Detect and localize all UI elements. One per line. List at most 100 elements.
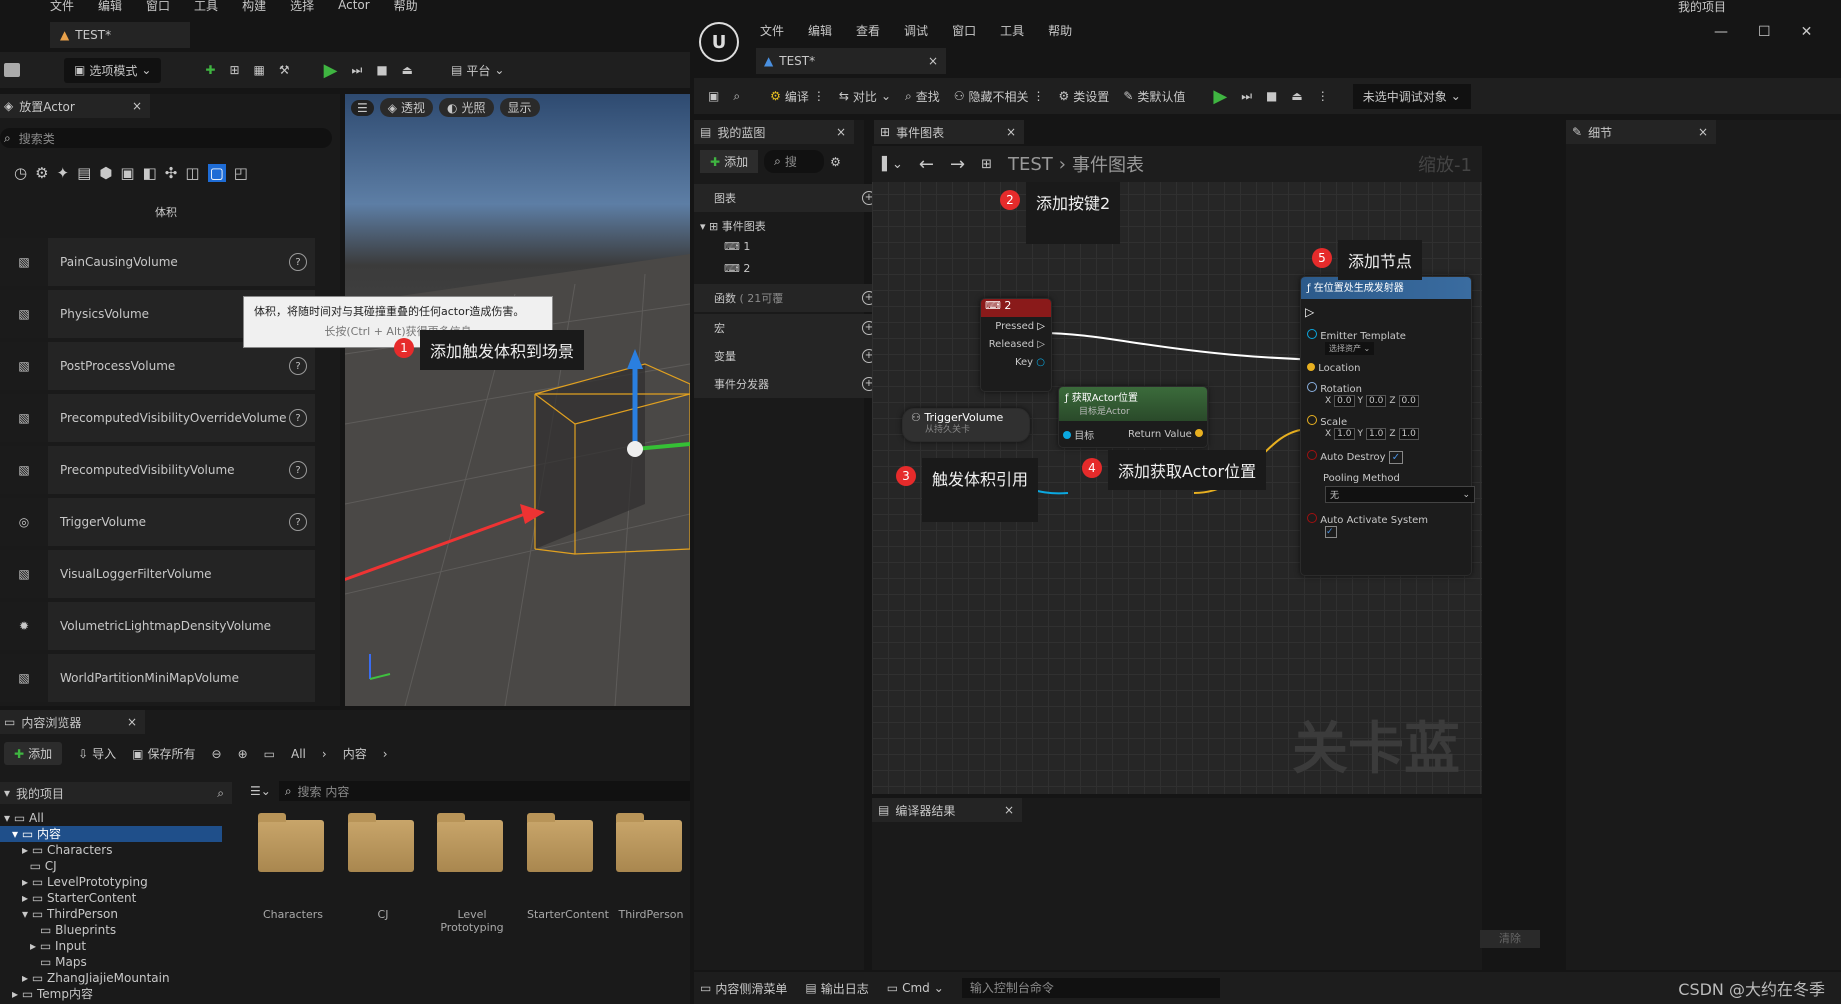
key-pin[interactable]: Key ○ [981,357,1051,368]
breadcrumb-content[interactable]: 内容 [343,745,367,762]
folder-item[interactable]: Level Prototyping [437,813,507,934]
save-icon[interactable] [4,63,20,77]
search-icon[interactable]: ⌕ [217,786,224,801]
geometry-icon[interactable]: ▣ [120,164,134,182]
tree-item[interactable]: ▸ ▭ Input [0,938,222,954]
folder-item[interactable]: StarterContent [527,813,609,921]
light-icon[interactable]: ✦ [57,164,70,182]
target-pin[interactable]: 目标 [1063,427,1094,442]
list-item[interactable]: ▧ PrecomputedVisibilityVolume? [0,446,315,494]
rotation-x-field[interactable]: 0.0 [1334,395,1355,407]
filter-icon[interactable]: ☰⌄ [250,784,271,798]
list-item[interactable]: ▧ WorldPartitionMiniMapVolume [0,654,315,702]
spawn-emitter-node[interactable]: ƒ 在位置处生成发射器 ▷ Emitter Template 选择资产 ⌄ Lo… [1300,276,1475,576]
tree-item[interactable]: ▸ ▭ ZhangJiajieMountain [0,970,222,986]
list-item[interactable]: ▧ PrecomputedVisibilityOverrideVolume? [0,394,315,442]
volume-icon[interactable]: ◧ [143,164,157,182]
menu-actor[interactable]: Actor [338,0,370,12]
close-icon[interactable]: × [1698,125,1708,139]
step-icon[interactable]: ⏭ [352,63,363,78]
menu-tools[interactable]: 工具 [194,0,218,14]
find-button[interactable]: ⌕ 查找 [905,88,940,105]
cinematic-icon[interactable]: ▤ [77,164,91,182]
graph-canvas[interactable]: ▌⌄ ← → ⊞ TEST › 事件图表 缩放-1 关卡蓝图 ⌨ 2 Press… [872,146,1482,794]
menu-edit[interactable]: 编辑 [808,22,832,39]
get-actor-location-node[interactable]: ƒ 获取Actor位置 目标是Actor 目标 Return Value [1058,386,1208,448]
checkbox-checked-icon[interactable]: ✓ [1388,451,1404,464]
details-tab[interactable]: ✎ 细节 × [1566,120,1716,144]
all-classes-icon[interactable]: ✣ [165,164,178,182]
graph-entry-2[interactable]: ⌨ 2 [724,262,750,275]
breadcrumb-all[interactable]: All [291,747,306,761]
scale-z-field[interactable]: 1.0 [1398,428,1419,440]
folder-item[interactable]: ThirdPerson [616,813,686,921]
menu-edit[interactable]: 编辑 [98,0,122,14]
eject-icon[interactable]: ⏏ [402,63,413,77]
event-graph-item[interactable]: ▾ ⊞ 事件图表 [700,218,766,234]
maximize-icon[interactable]: ☐ [1758,24,1771,40]
list-item[interactable]: ▧ PostProcessVolume? [0,342,315,390]
list-item[interactable]: ✹ VolumetricLightmapDensityVolume [0,602,315,650]
rotation-z-field[interactable]: 0.0 [1398,395,1419,407]
location-pin[interactable]: Location [1307,363,1471,374]
tree-item[interactable]: ▾ ▭ All [0,810,222,826]
show-button[interactable]: 显示 [499,98,540,117]
folder-item[interactable]: Characters [258,813,328,921]
more-icon[interactable]: ⋮ [813,89,825,103]
close-icon[interactable]: × [127,715,137,729]
released-pin[interactable]: Released ▷ [981,339,1051,350]
menu-select[interactable]: 选择 [290,0,314,14]
console-input[interactable]: 输入控制台命令 [961,978,1220,998]
recent-icon[interactable]: ◷ [14,164,27,182]
hamburger-icon[interactable]: ☰ [351,99,374,116]
exec-in-pin[interactable]: ▷ [1305,305,1471,319]
tree-item[interactable]: ▭ Maps [0,954,222,970]
close-icon[interactable]: ✕ [1801,24,1813,40]
place-actor-tab[interactable]: ◈ 放置Actor × [0,94,150,118]
content-browser-tab[interactable]: ▭ 内容浏览器 × [0,710,145,734]
debug-object-select[interactable]: 未选中调试对象 ⌄ [1352,83,1471,109]
graphs-section[interactable]: 图表 + [694,184,884,212]
play-icon[interactable]: ▶ [1213,86,1227,107]
variables-section[interactable]: 变量 + [694,342,884,370]
macros-section[interactable]: 宏 + [694,314,884,342]
list-item[interactable]: ▧ VisualLoggerFilterVolume [0,550,315,598]
cmd-select[interactable]: ▭ Cmd ⌄ [887,981,944,995]
misc-icon[interactable]: ◰ [234,164,248,182]
menu-file[interactable]: 文件 [760,22,784,39]
help-icon[interactable]: ? [289,461,307,479]
scale-pin[interactable]: Scale X 1.0 Y 1.0 Z 1.0 [1307,415,1471,440]
graph-tab[interactable]: ⊞ 事件图表 × [874,120,1024,144]
menu-help[interactable]: 帮助 [1048,22,1072,39]
folder-item[interactable]: CJ [348,813,418,921]
close-icon[interactable]: × [1006,125,1016,139]
hide-unrelated-button[interactable]: ⚇ 隐藏不相关 ⋮ [954,88,1045,105]
key-event-node[interactable]: ⌨ 2 Pressed ▷ Released ▷ Key ○ [980,298,1052,392]
close-icon[interactable]: × [132,99,142,113]
dispatchers-section[interactable]: 事件分发器 + [694,370,884,398]
auto-activate-pin[interactable]: Auto Activate System ✓ [1307,513,1471,538]
stop-icon[interactable]: ■ [376,63,387,77]
level-viewport[interactable]: ☰ ◈ 透视 ◐ 光照 显示 [345,94,690,706]
visual-effects-icon[interactable]: ⬢ [99,164,112,182]
import-button[interactable]: ⇩ 导入 [78,745,116,762]
step-icon[interactable]: ⏭ [1241,89,1252,104]
menu-view[interactable]: 查看 [856,22,880,39]
mode-select[interactable]: ▣ 选项模式 ⌄ [64,57,162,83]
forward-icon[interactable]: ⊕ [238,747,248,761]
save-all-button[interactable]: ▣ 保存所有 [132,745,195,762]
volumes-selected-icon[interactable]: ▢ [207,164,226,182]
tree-item[interactable]: ▭ Blueprints [0,922,222,938]
tree-item[interactable]: ▸ ▭ StarterContent [0,890,222,906]
menu-window[interactable]: 窗口 [952,22,976,39]
minimize-icon[interactable]: — [1714,24,1728,40]
help-icon[interactable]: ? [289,253,307,271]
gear-icon[interactable]: ⚙ [830,155,841,169]
close-icon[interactable]: × [836,125,846,139]
class-defaults-button[interactable]: ✎ 类默认值 [1123,88,1185,105]
perspective-button[interactable]: ◈ 透视 [379,98,434,117]
my-bp-search[interactable]: ⌕ 搜 [764,150,825,173]
compile-button[interactable]: ⚙ 编译 ⋮ [770,88,825,105]
modes-icon[interactable]: ⚒ [279,63,290,77]
blueprint-icon[interactable]: ⊞ [229,63,239,77]
